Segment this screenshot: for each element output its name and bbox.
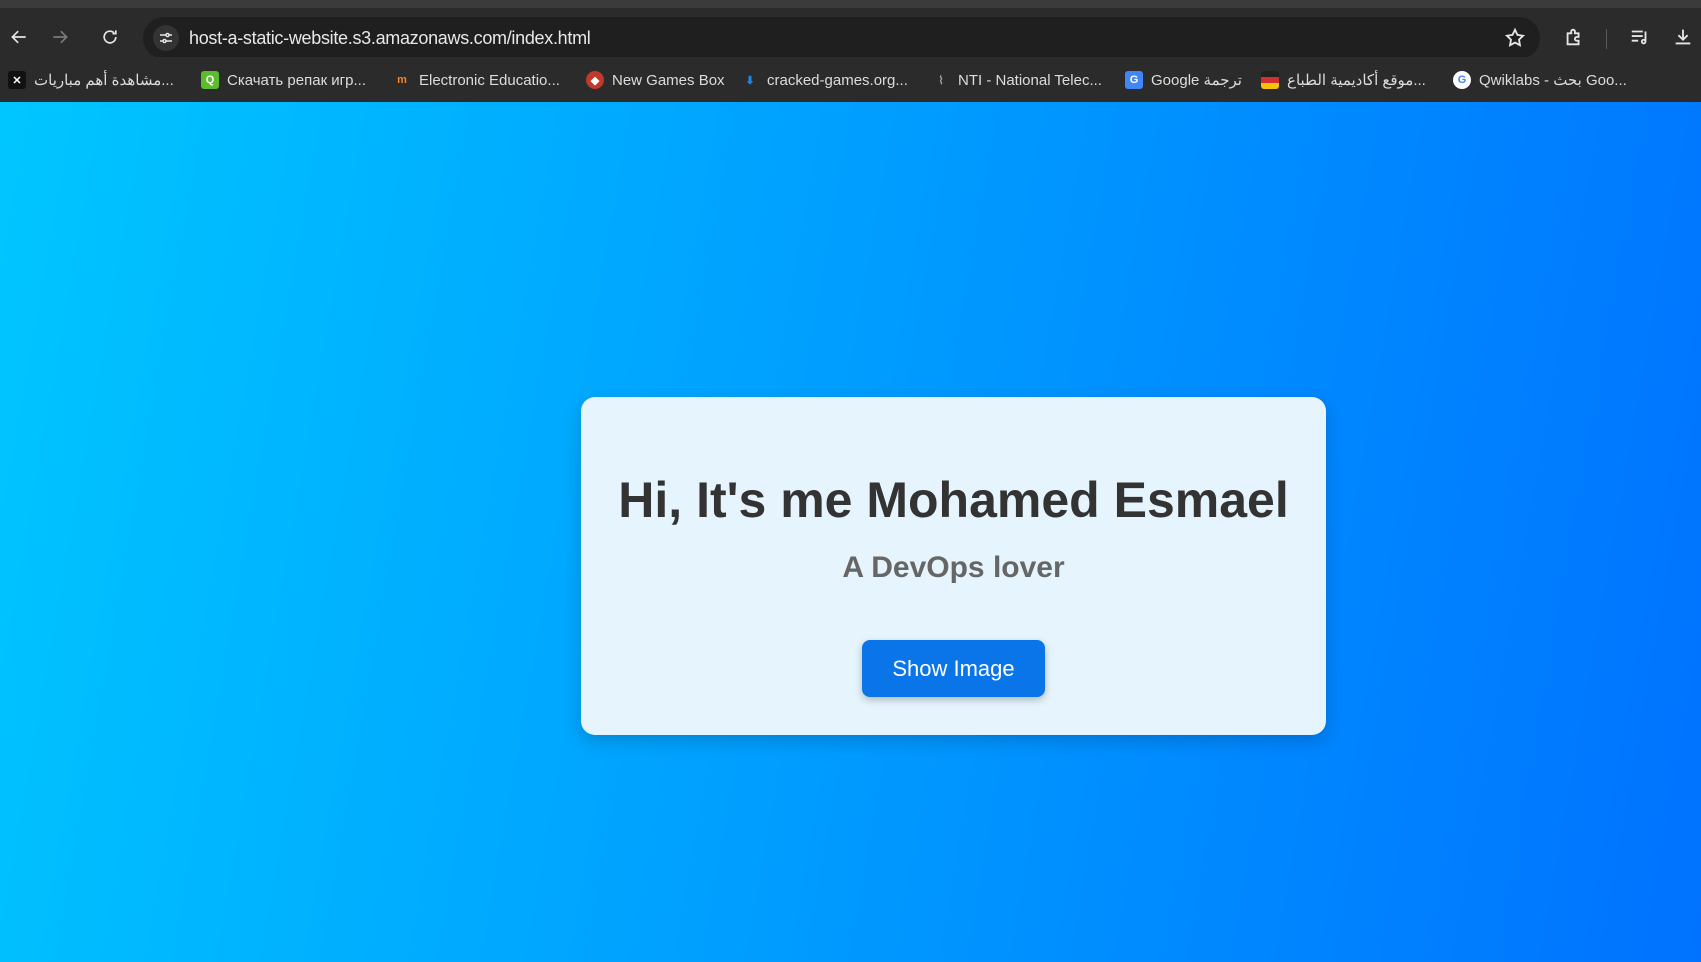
arrow-right-icon — [53, 30, 68, 44]
reload-button[interactable] — [93, 20, 127, 54]
bookmark-label: Electronic Educatio... — [419, 71, 560, 89]
bookmark-item[interactable]: G Google ترجمة — [1125, 69, 1242, 91]
downloads-button[interactable] — [1670, 24, 1696, 50]
address-bar[interactable]: host-a-static-website.s3.amazonaws.com/i… — [143, 17, 1540, 59]
bookmarks-bar: ✕ مشاهدة أهم مباريات... Q Скачать репак … — [0, 57, 1701, 102]
moodle-icon: m — [397, 74, 407, 86]
toolbar-separator — [1606, 29, 1607, 49]
browser-toolbar: host-a-static-website.s3.amazonaws.com/i… — [0, 0, 1701, 59]
bookmark-label: مشاهدة أهم مباريات... — [34, 72, 174, 89]
bookmark-item[interactable]: ⬇ cracked-games.org... — [741, 69, 908, 91]
back-button[interactable] — [2, 20, 36, 54]
bookmark-item[interactable]: موقع أكاديمية الطباع... — [1261, 69, 1426, 91]
nti-icon: ⌇ — [938, 74, 944, 87]
url-text[interactable]: host-a-static-website.s3.amazonaws.com/i… — [189, 28, 591, 49]
arrow-left-icon — [11, 30, 26, 44]
show-image-button[interactable]: Show Image — [862, 640, 1045, 697]
site-info-button[interactable] — [153, 25, 179, 51]
bookmark-star-button[interactable] — [1504, 27, 1526, 49]
page-subtitle: A DevOps lover — [842, 551, 1065, 584]
puzzle-icon — [1566, 28, 1580, 46]
games-box-icon: ◆ — [586, 71, 604, 89]
forward-button[interactable] — [43, 20, 77, 54]
bookmark-label: Google ترجمة — [1151, 72, 1242, 89]
bookmark-item[interactable]: ◆ New Games Box — [586, 69, 725, 91]
bookmark-label: Скачать репак игр... — [227, 71, 366, 89]
bookmark-label: New Games Box — [612, 71, 725, 89]
download-icon: ⬇ — [745, 74, 755, 87]
kooora-icon: ✕ — [8, 71, 26, 89]
bookmark-item[interactable]: ✕ مشاهدة أهم مباريات... — [8, 69, 174, 91]
bookmark-label: موقع أكاديمية الطباع... — [1287, 72, 1426, 89]
media-controls-button[interactable] — [1627, 24, 1653, 50]
google-icon: G — [1453, 71, 1471, 89]
google-translate-icon: G — [1125, 71, 1143, 89]
extensions-button[interactable] — [1561, 24, 1587, 50]
bookmark-item[interactable]: ⌇ NTI - National Telec... — [932, 69, 1102, 91]
star-icon — [1504, 27, 1526, 47]
page-title: Hi, It's me Mohamed Esmael — [618, 472, 1289, 528]
bookmark-item[interactable]: G Qwiklabs - بحث Goo... — [1453, 69, 1627, 91]
repack-icon: Q — [201, 71, 219, 89]
tune-icon — [160, 32, 172, 44]
bookmark-label: cracked-games.org... — [767, 71, 908, 89]
page-background: Hi, It's me Mohamed Esmael A DevOps love… — [0, 102, 1701, 962]
playlist-icon — [1631, 30, 1647, 45]
bookmark-label: NTI - National Telec... — [958, 71, 1102, 89]
academy-icon — [1261, 71, 1279, 89]
reload-icon — [103, 30, 117, 44]
bookmark-item[interactable]: Q Скачать репак игр... — [201, 69, 366, 91]
intro-card: Hi, It's me Mohamed Esmael A DevOps love… — [581, 397, 1326, 735]
download-icon — [1675, 29, 1691, 45]
bookmark-label: Qwiklabs - بحث Goo... — [1479, 72, 1627, 89]
bookmark-item[interactable]: m Electronic Educatio... — [393, 69, 560, 91]
